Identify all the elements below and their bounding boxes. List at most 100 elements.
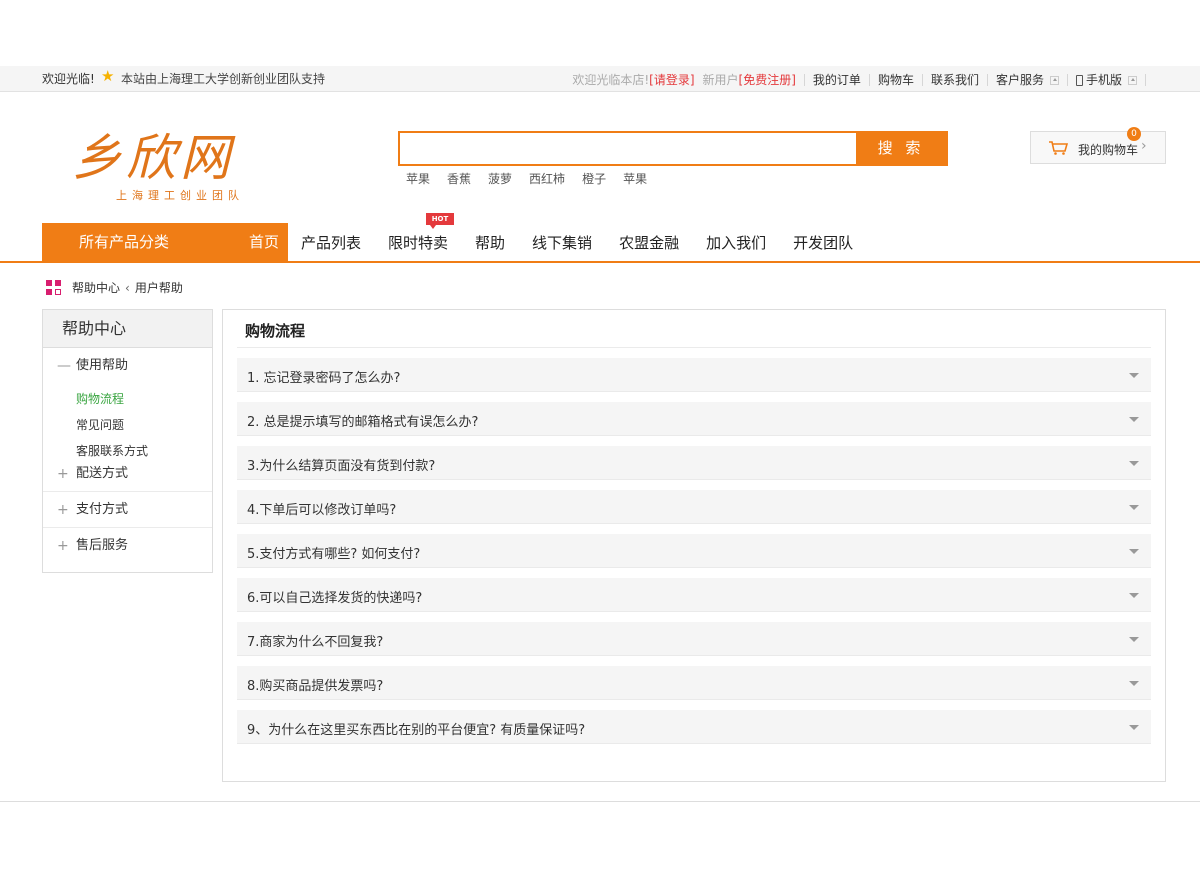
cart-link[interactable]: 购物车 (878, 71, 914, 88)
chevron-right-icon: › (1141, 138, 1147, 154)
nav-item-dev-team[interactable]: 开发团队 (793, 232, 853, 253)
search-input[interactable] (400, 133, 856, 164)
phone-icon (1075, 75, 1083, 86)
new-user-text: 新用户 (702, 73, 739, 87)
divider (237, 347, 1151, 348)
sidebar-group-label: 售后服务 (76, 538, 129, 553)
divider (868, 73, 870, 86)
divider (921, 73, 923, 86)
faq-question: 2. 总是提示填写的邮箱格式有误怎么办? (247, 415, 479, 430)
plus-icon: + (57, 502, 69, 518)
footer-divider (0, 801, 1200, 802)
sidebar-group-label: 支付方式 (76, 502, 129, 517)
caret-down-icon (1129, 505, 1139, 510)
store-welcome-text: 欢迎光临本店! (572, 73, 650, 87)
cart-icon (1049, 141, 1068, 155)
star-icon: ★ (101, 67, 115, 85)
sidebar-sub-list: 购物流程 常见问题 客服联系方式 (43, 384, 212, 466)
divider (803, 73, 805, 86)
hot-keywords: 苹果 香蕉 菠萝 西红柿 橙子 苹果 (406, 170, 664, 187)
all-categories-button[interactable]: 所有产品分类 (42, 223, 240, 261)
hot-keyword[interactable]: 西红柿 (529, 170, 565, 187)
sidebar-group-payment[interactable]: + 支付方式 (43, 492, 212, 528)
minus-icon: — (57, 358, 71, 374)
faq-question: 6.可以自己选择发货的快递吗? (247, 591, 423, 606)
sidebar-group-delivery[interactable]: + 配送方式 (43, 460, 212, 492)
nav-item-help[interactable]: 帮助 (475, 232, 505, 253)
chevron-left-icon: ‹ (125, 280, 130, 295)
nav-item-agri-finance[interactable]: 农盟金融 (619, 232, 679, 253)
caret-down-icon (1129, 637, 1139, 642)
faq-panel: 购物流程 1. 忘记登录密码了怎么办? 2. 总是提示填写的邮箱格式有误怎么办?… (222, 309, 1166, 782)
caret-down-icon (1129, 461, 1139, 466)
caret-down-icon (1129, 681, 1139, 686)
welcome-text: 欢迎光临! (42, 72, 95, 86)
plus-icon: + (57, 466, 69, 482)
nav-item-join-us[interactable]: 加入我们 (706, 232, 766, 253)
logo-subtitle: 上海理工创业团队 (116, 189, 244, 202)
divider (986, 73, 988, 86)
register-link[interactable]: [免费注册] (739, 71, 796, 88)
cart-count-badge: 0 (1127, 127, 1141, 141)
faq-item[interactable]: 5.支付方式有哪些? 如何支付? (237, 534, 1151, 568)
nav-item-offline-sales[interactable]: 线下集销 (532, 232, 592, 253)
support-text: 本站由上海理工大学创新创业团队支持 (121, 72, 326, 86)
divider (1066, 73, 1068, 86)
top-links: 欢迎光临本店! [请登录] 新用户 [免费注册] 我的订单 购物车 联系我们 客… (572, 71, 1154, 88)
sidebar-group-label: 使用帮助 (76, 358, 129, 373)
faq-item[interactable]: 1. 忘记登录密码了怎么办? (237, 358, 1151, 392)
nav-items: 产品列表 限时特卖 帮助 线下集销 农盟金融 加入我们 开发团队 (301, 223, 880, 261)
nav-item-home[interactable]: 首页 (240, 223, 288, 261)
sidebar-group-after-sales[interactable]: + 售后服务 (43, 528, 212, 564)
sidebar-item-shopping-process[interactable]: 购物流程 (76, 388, 212, 414)
faq-question: 1. 忘记登录密码了怎么办? (247, 371, 401, 386)
hot-keyword[interactable]: 橙子 (582, 170, 606, 187)
hot-keyword[interactable]: 苹果 (406, 170, 430, 187)
faq-item[interactable]: 8.购买商品提供发票吗? (237, 666, 1151, 700)
nav-item-flash-sale[interactable]: 限时特卖 (388, 232, 448, 253)
customer-service-menu[interactable]: 客户服务 (996, 71, 1044, 88)
my-orders-link[interactable]: 我的订单 (813, 71, 861, 88)
caret-down-icon (1129, 373, 1139, 378)
faq-item[interactable]: 3.为什么结算页面没有货到付款? (237, 446, 1151, 480)
mobile-version-link[interactable]: 手机版 (1086, 71, 1122, 88)
sidebar-item-faq[interactable]: 常见问题 (76, 414, 212, 440)
hot-keyword[interactable]: 苹果 (623, 170, 647, 187)
faq-question: 5.支付方式有哪些? 如何支付? (247, 547, 421, 562)
search-box: 搜 索 (398, 131, 948, 166)
my-cart-button[interactable]: 我的购物车 › 0 (1030, 127, 1166, 164)
divider (1145, 73, 1146, 86)
help-sidebar: 帮助中心 — 使用帮助 购物流程 常见问题 客服联系方式 + 配送方式 + 支付… (42, 309, 213, 573)
caret-down-icon (1129, 593, 1139, 598)
faq-question: 9、为什么在这里买东西比在别的平台便宜? 有质量保证吗? (247, 723, 586, 738)
chevron-up-icon[interactable] (1049, 76, 1059, 85)
faq-item[interactable]: 2. 总是提示填写的邮箱格式有误怎么办? (237, 402, 1151, 436)
faq-question: 4.下单后可以修改订单吗? (247, 503, 397, 518)
sidebar-group-usage-help[interactable]: — 使用帮助 (43, 348, 212, 384)
login-link[interactable]: [请登录] (649, 71, 694, 88)
main-nav: 所有产品分类 首页 产品列表 限时特卖 帮助 线下集销 农盟金融 加入我们 开发… (0, 223, 1200, 263)
faq-question: 7.商家为什么不回复我? (247, 635, 384, 650)
faq-item[interactable]: 6.可以自己选择发货的快递吗? (237, 578, 1151, 612)
breadcrumb: 帮助中心 ‹ 用户帮助 (46, 279, 183, 296)
faq-item[interactable]: 4.下单后可以修改订单吗? (237, 490, 1151, 524)
nav-item-product-list[interactable]: 产品列表 (301, 232, 361, 253)
contact-link[interactable]: 联系我们 (931, 71, 979, 88)
hot-keyword[interactable]: 香蕉 (447, 170, 471, 187)
caret-down-icon (1129, 549, 1139, 554)
faq-question: 3.为什么结算页面没有货到付款? (247, 459, 436, 474)
chevron-up-icon[interactable] (1128, 76, 1137, 85)
sidebar-title: 帮助中心 (43, 310, 212, 348)
breadcrumb-help-center[interactable]: 帮助中心 (72, 279, 120, 296)
faq-item[interactable]: 9、为什么在这里买东西比在别的平台便宜? 有质量保证吗? (237, 710, 1151, 744)
breadcrumb-current: 用户帮助 (134, 281, 183, 295)
top-bar: 欢迎光临! ★ 本站由上海理工大学创新创业团队支持 欢迎光临本店! [请登录] … (0, 66, 1200, 92)
site-logo[interactable]: 乡欣网 上海理工创业团队 (72, 118, 292, 204)
sidebar-group-label: 配送方式 (76, 466, 129, 481)
search-button[interactable]: 搜 索 (856, 133, 946, 164)
faq-item[interactable]: 7.商家为什么不回复我? (237, 622, 1151, 656)
hot-keyword[interactable]: 菠萝 (488, 170, 512, 187)
plus-icon: + (57, 538, 69, 554)
faq-question: 8.购买商品提供发票吗? (247, 679, 384, 694)
caret-down-icon (1129, 417, 1139, 422)
